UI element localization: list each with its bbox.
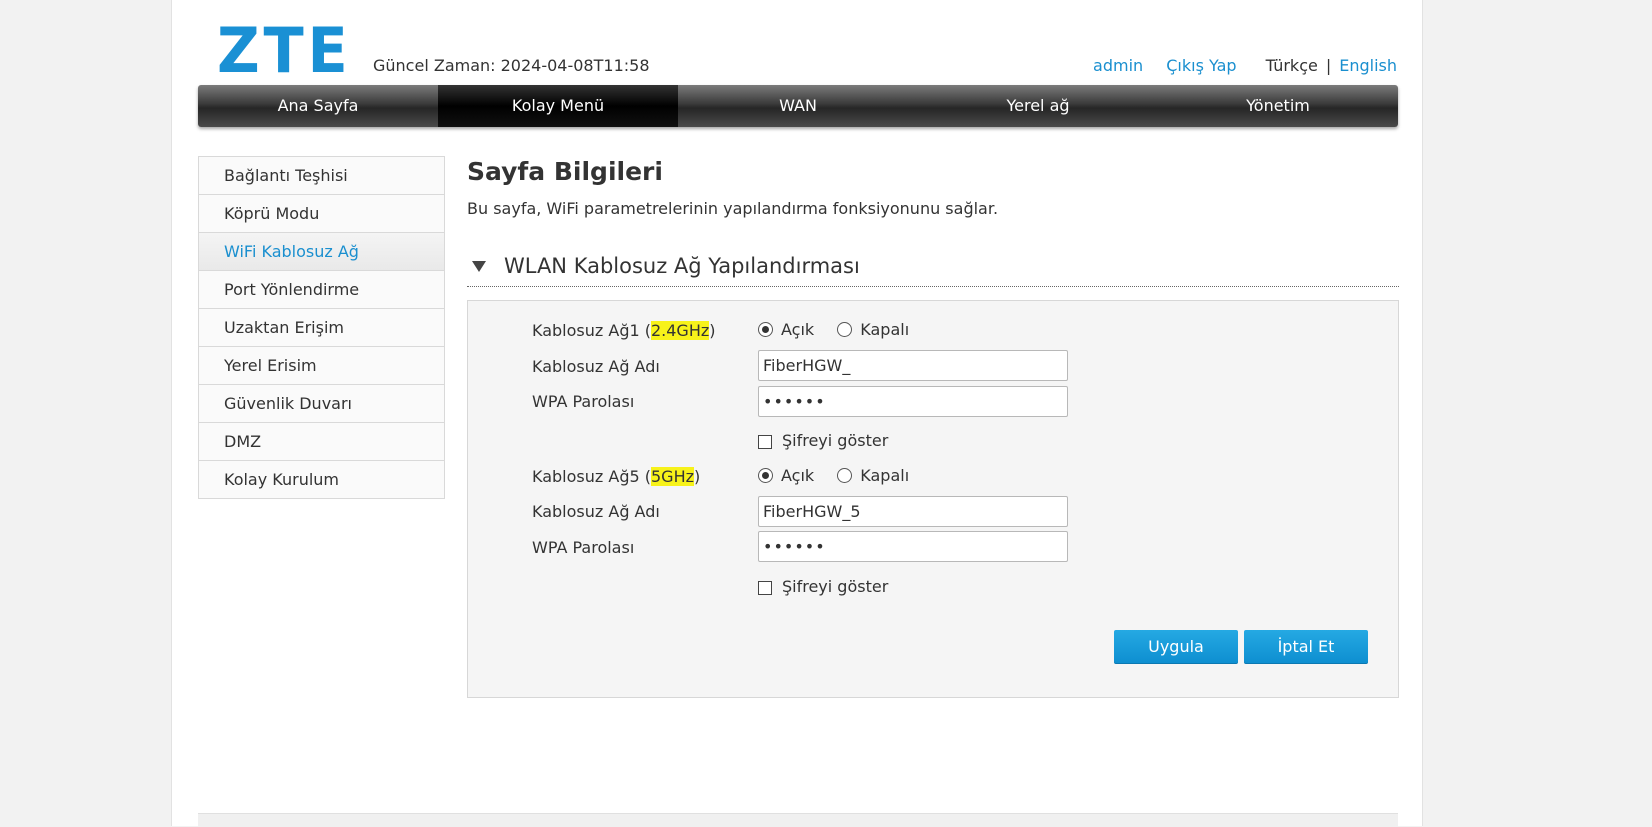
wlan5-label-prefix: Kablosuz Ağ5 (: [532, 467, 651, 486]
wlan1-label-prefix: Kablosuz Ağ1 (: [532, 321, 651, 340]
wlan5-state-group: Açık Kapalı: [758, 465, 927, 485]
wlan1-on-radio[interactable]: [758, 322, 773, 337]
admin-link[interactable]: admin: [1093, 56, 1143, 75]
collapse-triangle-icon: [472, 260, 486, 272]
wlan5-show-password-checkbox[interactable]: [758, 580, 772, 595]
wlan5-password-input[interactable]: ••••••: [758, 531, 1068, 562]
cancel-button[interactable]: İptal Et: [1244, 630, 1368, 664]
wlan-section-header[interactable]: WLAN Kablosuz Ağ Yapılandırması: [467, 246, 1399, 287]
sidebar-item-kolay-kurulum[interactable]: Kolay Kurulum: [199, 461, 444, 498]
sidebar-item-uzaktan-erisim[interactable]: Uzaktan Erişim: [199, 309, 444, 347]
wlan1-off-radio[interactable]: [837, 322, 853, 337]
language-english-link[interactable]: English: [1339, 56, 1397, 75]
wlan5-band: 5GHz: [650, 467, 694, 486]
page-description: Bu sayfa, WiFi parametrelerinin yapıland…: [467, 199, 999, 218]
top-links: admin Çıkış Yap Türkçe | English: [1075, 56, 1397, 75]
wlan5-label: Kablosuz Ağ5 (5GHz): [532, 467, 700, 486]
nav-yonetim[interactable]: Yönetim: [1158, 85, 1398, 127]
wlan1-password-input[interactable]: ••••••: [758, 386, 1068, 417]
wlan1-off-label: Kapalı: [860, 320, 910, 339]
wlan1-ssid-label: Kablosuz Ağ Adı: [532, 357, 660, 376]
wlan5-ssid-label: Kablosuz Ağ Adı: [532, 502, 660, 521]
wlan1-state-group: Açık Kapalı: [758, 319, 927, 339]
wlan1-label: Kablosuz Ağ1 (2.4GHz): [532, 321, 716, 340]
wlan1-ssid-input[interactable]: FiberHGW_: [758, 350, 1068, 381]
wlan5-off-radio[interactable]: [837, 468, 853, 483]
zte-logo: ZTE: [217, 14, 352, 87]
sidebar-item-dmz[interactable]: DMZ: [199, 423, 444, 461]
wlan1-show-password-label: Şifreyi göster: [782, 431, 889, 450]
nav-ana-sayfa[interactable]: Ana Sayfa: [198, 85, 438, 127]
current-time: Güncel Zaman: 2024-04-08T11:58: [373, 56, 650, 75]
section-title: WLAN Kablosuz Ağ Yapılandırması: [504, 254, 860, 278]
wlan5-label-suffix: ): [694, 467, 701, 486]
language-separator: |: [1325, 56, 1332, 75]
wlan1-password-label: WPA Parolası: [532, 392, 635, 411]
wlan5-show-password-label: Şifreyi göster: [782, 577, 889, 596]
wlan5-password-label: WPA Parolası: [532, 538, 635, 557]
sidebar-item-guvenlik-duvari[interactable]: Güvenlik Duvarı: [199, 385, 444, 423]
page-container: ZTE Güncel Zaman: 2024-04-08T11:58 admin…: [171, 0, 1423, 827]
wlan1-show-password: Şifreyi göster: [758, 431, 888, 450]
wlan1-label-suffix: ): [709, 321, 716, 340]
language-current: Türkçe: [1265, 56, 1318, 75]
wlan1-band: 2.4GHz: [650, 321, 710, 340]
wlan5-off-label: Kapalı: [860, 466, 910, 485]
wlan5-on-radio[interactable]: [758, 468, 773, 483]
wlan5-show-password: Şifreyi göster: [758, 577, 888, 596]
wlan5-on-label: Açık: [781, 466, 815, 485]
wlan5-ssid-input[interactable]: FiberHGW_5: [758, 496, 1068, 527]
sidebar-item-kopru-modu[interactable]: Köprü Modu: [199, 195, 444, 233]
wlan-config-panel: Kablosuz Ağ1 (2.4GHz) Açık Kapalı Kablos…: [467, 300, 1399, 698]
sidebar-item-port-yonlendirme[interactable]: Port Yönlendirme: [199, 271, 444, 309]
nav-wan[interactable]: WAN: [678, 85, 918, 127]
page-title: Sayfa Bilgileri: [467, 157, 663, 186]
main-nav: Ana Sayfa Kolay Menü WAN Yerel ağ Yöneti…: [198, 85, 1398, 127]
sidebar: Bağlantı Teşhisi Köprü Modu WiFi Kablosu…: [198, 156, 445, 499]
sidebar-item-baglanti-teshisi[interactable]: Bağlantı Teşhisi: [199, 157, 444, 195]
logout-link[interactable]: Çıkış Yap: [1166, 56, 1236, 75]
footer: [198, 813, 1398, 827]
wlan1-show-password-checkbox[interactable]: [758, 434, 772, 449]
nav-kolay-menu[interactable]: Kolay Menü: [438, 85, 678, 127]
main-content: Sayfa Bilgileri Bu sayfa, WiFi parametre…: [467, 155, 1399, 698]
sidebar-item-yerel-erisim[interactable]: Yerel Erisim: [199, 347, 444, 385]
apply-button[interactable]: Uygula: [1114, 630, 1238, 664]
sidebar-item-wifi[interactable]: WiFi Kablosuz Ağ: [199, 233, 444, 271]
nav-yerel-ag[interactable]: Yerel ağ: [918, 85, 1158, 127]
wlan1-on-label: Açık: [781, 320, 815, 339]
